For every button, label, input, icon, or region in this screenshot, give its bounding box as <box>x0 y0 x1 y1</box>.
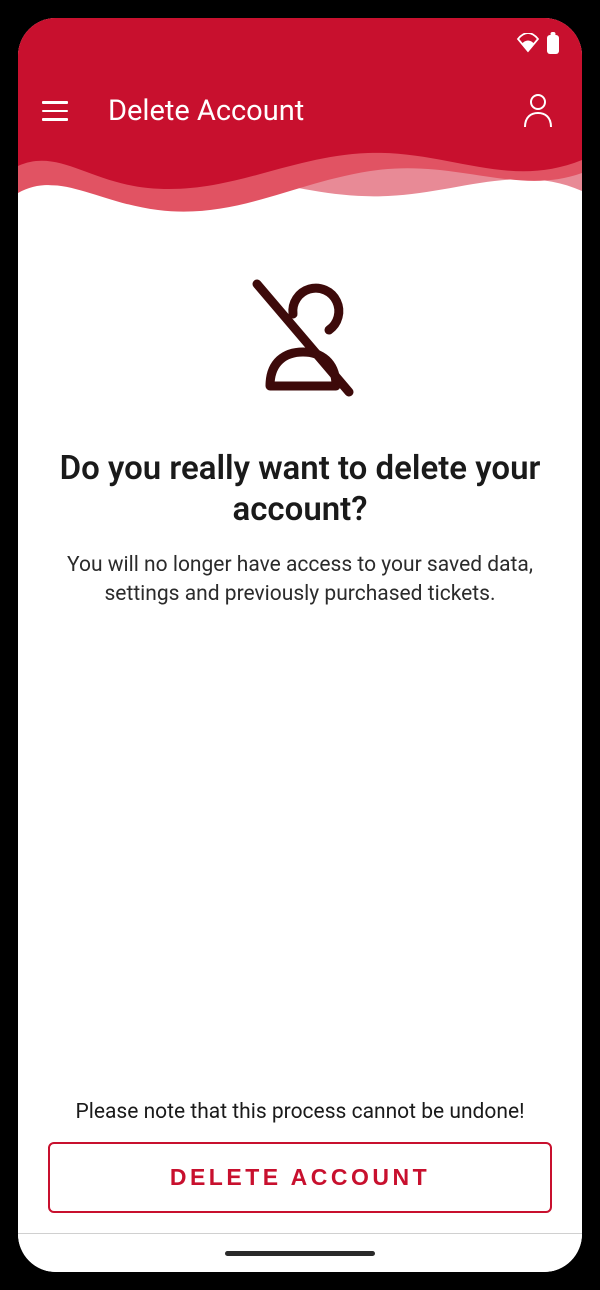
user-icon <box>522 93 554 127</box>
status-bar <box>516 32 560 54</box>
menu-button[interactable] <box>42 93 78 129</box>
user-crossed-icon <box>225 274 375 408</box>
wifi-icon <box>516 33 540 53</box>
battery-icon <box>546 32 560 54</box>
home-indicator[interactable] <box>225 1251 375 1256</box>
app-header: Delete Account <box>18 18 582 228</box>
system-nav-bar <box>18 1234 582 1272</box>
delete-account-button[interactable]: DELETE ACCOUNT <box>48 1142 552 1213</box>
confirmation-subtext: You will no longer have access to your s… <box>48 551 552 610</box>
profile-button[interactable] <box>522 93 558 129</box>
page-title: Delete Account <box>108 94 522 128</box>
main-content: Do you really want to delete your accoun… <box>18 228 582 1233</box>
confirmation-heading: Do you really want to delete your accoun… <box>48 448 552 531</box>
warning-text: Please note that this process cannot be … <box>75 1100 524 1124</box>
